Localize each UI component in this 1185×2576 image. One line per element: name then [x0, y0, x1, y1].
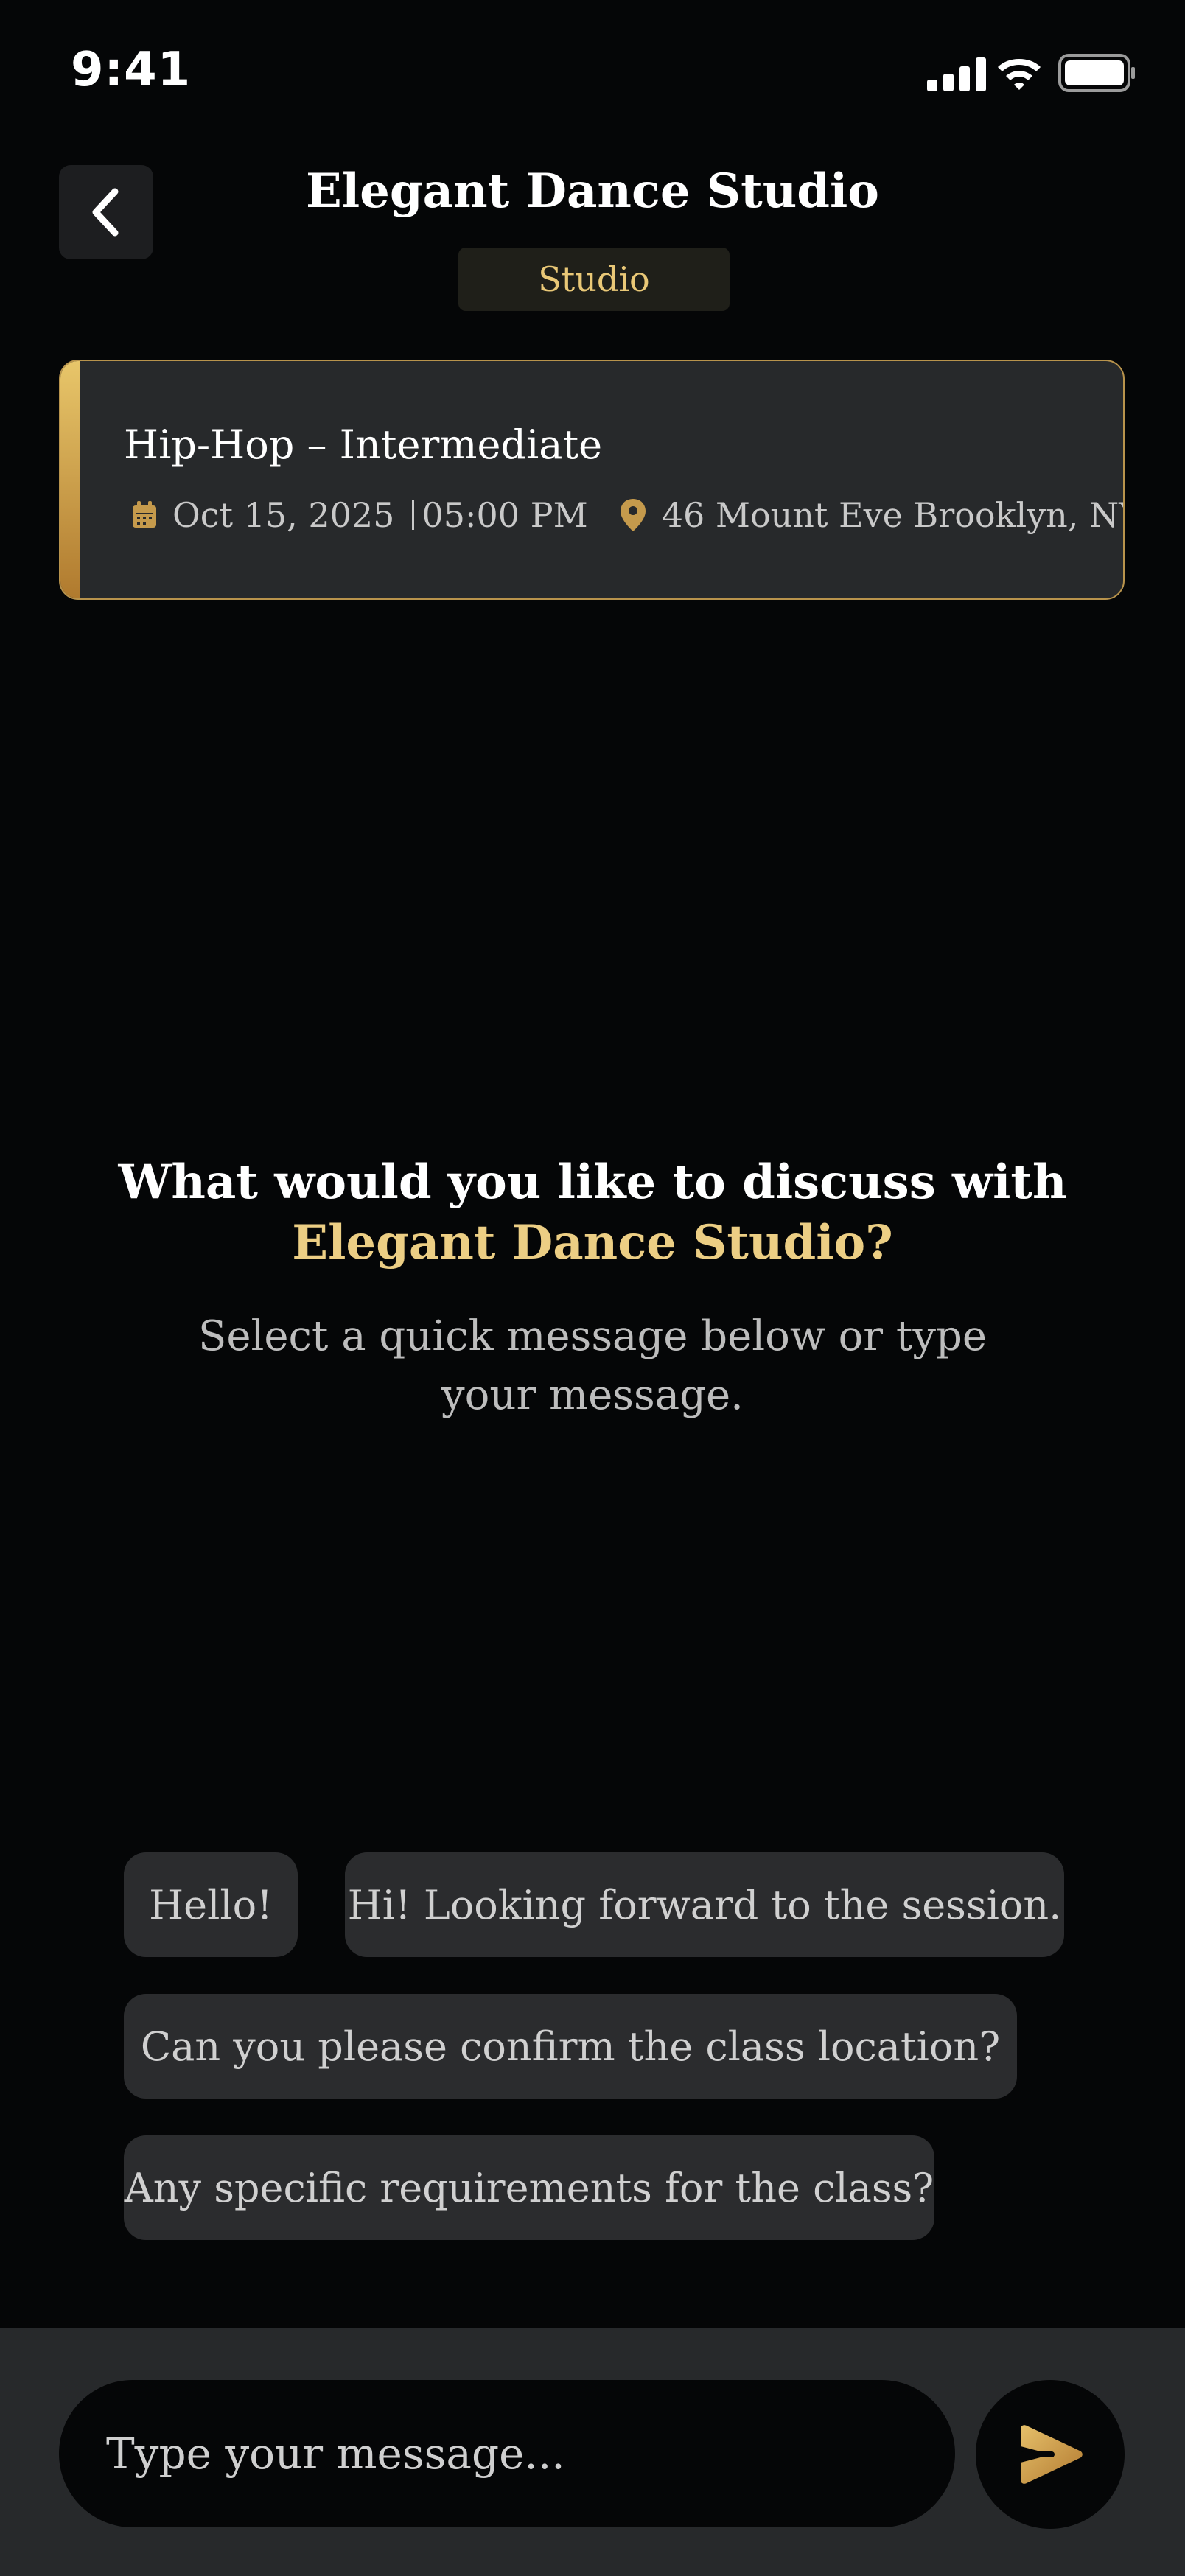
quick-reply-hello[interactable]: Hello!	[124, 1852, 298, 1957]
quick-reply-requirements[interactable]: Any specific requirements for the class?	[124, 2135, 934, 2240]
calendar-icon	[133, 501, 156, 528]
message-input[interactable]	[59, 2380, 955, 2527]
quick-reply-confirm-location[interactable]: Can you please confirm the class locatio…	[124, 1994, 1017, 2099]
map-pin-icon	[620, 499, 646, 531]
session-date: Oct 15, 2025	[172, 495, 395, 535]
session-title: Hip-Hop – Intermediate	[124, 421, 603, 468]
prompt-heading: What would you like to discuss with Eleg…	[74, 1152, 1111, 1273]
page-title: Elegant Dance Studio	[306, 164, 879, 219]
prompt-subtext: Select a quick message below or type you…	[198, 1312, 987, 1419]
meta-divider	[412, 500, 415, 530]
status-time: 9:41	[71, 43, 192, 97]
role-badge: Studio	[458, 248, 730, 311]
session-card[interactable]: Hip-Hop – Intermediate Oct 15, 2025 05:0…	[59, 360, 1125, 600]
session-location: 46 Mount Eve Brooklyn, NY	[661, 495, 1125, 535]
signal-icon	[927, 57, 986, 91]
session-meta: Oct 15, 2025 05:00 PM 46 Mount Eve Brook…	[131, 495, 1123, 535]
card-accent-bar	[60, 361, 80, 598]
send-icon	[1021, 2425, 1083, 2484]
session-time: 05:00 PM	[422, 495, 588, 535]
quick-reply-looking-forward[interactable]: Hi! Looking forward to the session.	[345, 1852, 1064, 1957]
send-button[interactable]	[976, 2380, 1125, 2529]
battery-icon	[1058, 54, 1135, 92]
wifi-icon	[998, 59, 1041, 90]
prompt-heading-studio: Elegant Dance Studio?	[292, 1215, 893, 1270]
prompt-heading-text: What would you like to discuss with	[118, 1155, 1067, 1210]
